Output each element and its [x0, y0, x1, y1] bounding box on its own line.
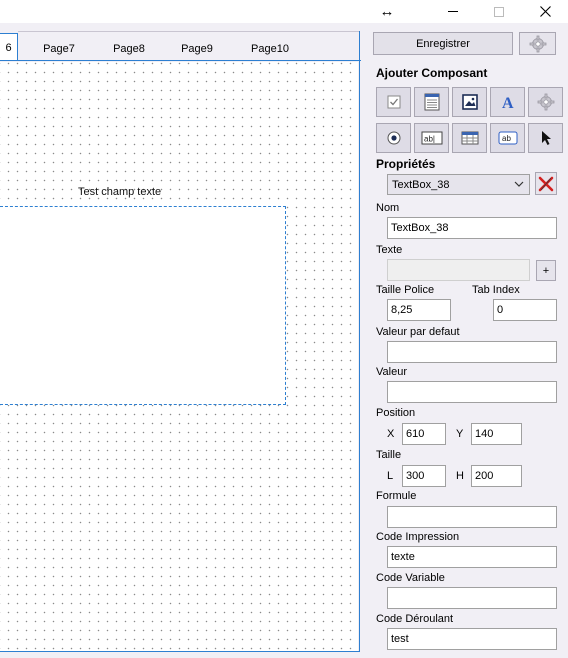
- valeur-defaut-input[interactable]: [387, 341, 557, 363]
- settings-tool-icon: [537, 93, 554, 111]
- tab-page9[interactable]: Page9: [172, 37, 222, 61]
- position-label: Position: [376, 407, 416, 419]
- save-button[interactable]: Enregistrer: [373, 32, 513, 55]
- tab-page8[interactable]: Page8: [104, 37, 154, 61]
- tab-index-input[interactable]: 0: [493, 299, 557, 321]
- code-impression-label: Code Impression: [376, 531, 460, 543]
- minimize-button[interactable]: [430, 0, 476, 23]
- formule-input[interactable]: [387, 506, 557, 528]
- code-deroulant-input[interactable]: test: [387, 628, 557, 650]
- textbox-tool[interactable]: ab|: [414, 123, 449, 153]
- textbox-caption[interactable]: Test champ texte: [78, 186, 161, 198]
- valeur-label: Valeur: [376, 366, 407, 378]
- tab-index-label: Tab Index: [472, 284, 520, 296]
- checkbox-tool[interactable]: [376, 87, 411, 117]
- radio-tool-icon: [387, 131, 400, 145]
- table-tool-icon: [461, 131, 478, 145]
- position-y-input[interactable]: 140: [471, 423, 522, 445]
- image-tool[interactable]: [452, 87, 487, 117]
- pointer-tool-icon: [541, 131, 551, 145]
- valeur-defaut-label: Valeur par defaut: [376, 326, 460, 338]
- list-tool-icon: [424, 93, 439, 111]
- label-tool[interactable]: A: [490, 87, 525, 117]
- valeur-input[interactable]: [387, 381, 557, 403]
- tab-page6[interactable]: 6: [0, 33, 18, 61]
- properties-panel: Enregistrer Ajouter Composant A ab| ab P…: [366, 23, 568, 658]
- settings-tool[interactable]: [528, 87, 563, 117]
- nom-input[interactable]: TextBox_38: [387, 217, 557, 239]
- chevron-down-icon: [514, 181, 524, 187]
- textbox-tool-icon: ab|: [421, 131, 442, 145]
- label-tool-icon: A: [502, 95, 514, 111]
- texte-expand-button[interactable]: +: [536, 260, 556, 281]
- taille-label: Taille: [376, 449, 402, 461]
- size-h-input[interactable]: 200: [471, 465, 522, 487]
- code-variable-label: Code Variable: [376, 572, 445, 584]
- table-tool[interactable]: [452, 123, 487, 153]
- component-selector[interactable]: TextBox_38: [387, 174, 530, 195]
- x-label: X: [387, 428, 395, 440]
- code-variable-input[interactable]: [387, 587, 557, 609]
- formule-label: Formule: [376, 490, 417, 502]
- svg-text:ab|: ab|: [424, 135, 435, 144]
- size-l-input[interactable]: 300: [402, 465, 446, 487]
- l-label: L: [387, 470, 394, 482]
- settings-button[interactable]: [519, 32, 556, 55]
- textbox-component[interactable]: [0, 206, 286, 405]
- maximize-icon: [494, 6, 504, 17]
- tab-divider: [18, 31, 360, 32]
- h-label: H: [456, 470, 464, 482]
- delete-component-button[interactable]: [535, 172, 557, 195]
- y-label: Y: [456, 428, 464, 440]
- svg-text:ab: ab: [502, 134, 511, 143]
- svg-text:A: A: [502, 95, 514, 111]
- checkbox-tool-icon: [387, 95, 400, 109]
- nom-label: Nom: [376, 202, 400, 214]
- taille-police-label: Taille Police: [376, 284, 435, 296]
- code-deroulant-label: Code Déroulant: [376, 613, 454, 625]
- gear-icon: [529, 35, 546, 52]
- resize-icon[interactable]: ↔: [364, 0, 410, 23]
- title-bar: ↔: [0, 0, 568, 23]
- close-button[interactable]: [522, 0, 568, 23]
- pointer-tool[interactable]: [528, 123, 563, 153]
- page-tabs: 6 Page7 Page8 Page9 Page10: [0, 33, 361, 61]
- texte-input[interactable]: [387, 259, 530, 281]
- properties-title: Propriétés: [376, 157, 436, 171]
- texte-label: Texte: [376, 244, 403, 256]
- button-tool[interactable]: ab: [490, 123, 525, 153]
- image-tool-icon: [461, 94, 478, 110]
- close-icon: [539, 6, 551, 17]
- delete-icon: [538, 176, 554, 191]
- minimize-icon: [448, 11, 458, 12]
- radio-tool[interactable]: [376, 123, 411, 153]
- canvas-border: [0, 651, 360, 652]
- maximize-button[interactable]: [476, 0, 522, 23]
- tab-page10[interactable]: Page10: [243, 37, 297, 61]
- position-x-input[interactable]: 610: [402, 423, 446, 445]
- code-impression-input[interactable]: texte: [387, 546, 557, 568]
- list-tool[interactable]: [414, 87, 449, 117]
- tab-divider: [0, 60, 361, 61]
- taille-police-input[interactable]: 8,25: [387, 299, 451, 321]
- tab-page7[interactable]: Page7: [34, 37, 84, 61]
- component-selector-value: TextBox_38: [392, 178, 450, 191]
- add-component-title: Ajouter Composant: [376, 66, 488, 80]
- canvas-border: [359, 31, 360, 651]
- button-tool-icon: ab: [498, 131, 517, 145]
